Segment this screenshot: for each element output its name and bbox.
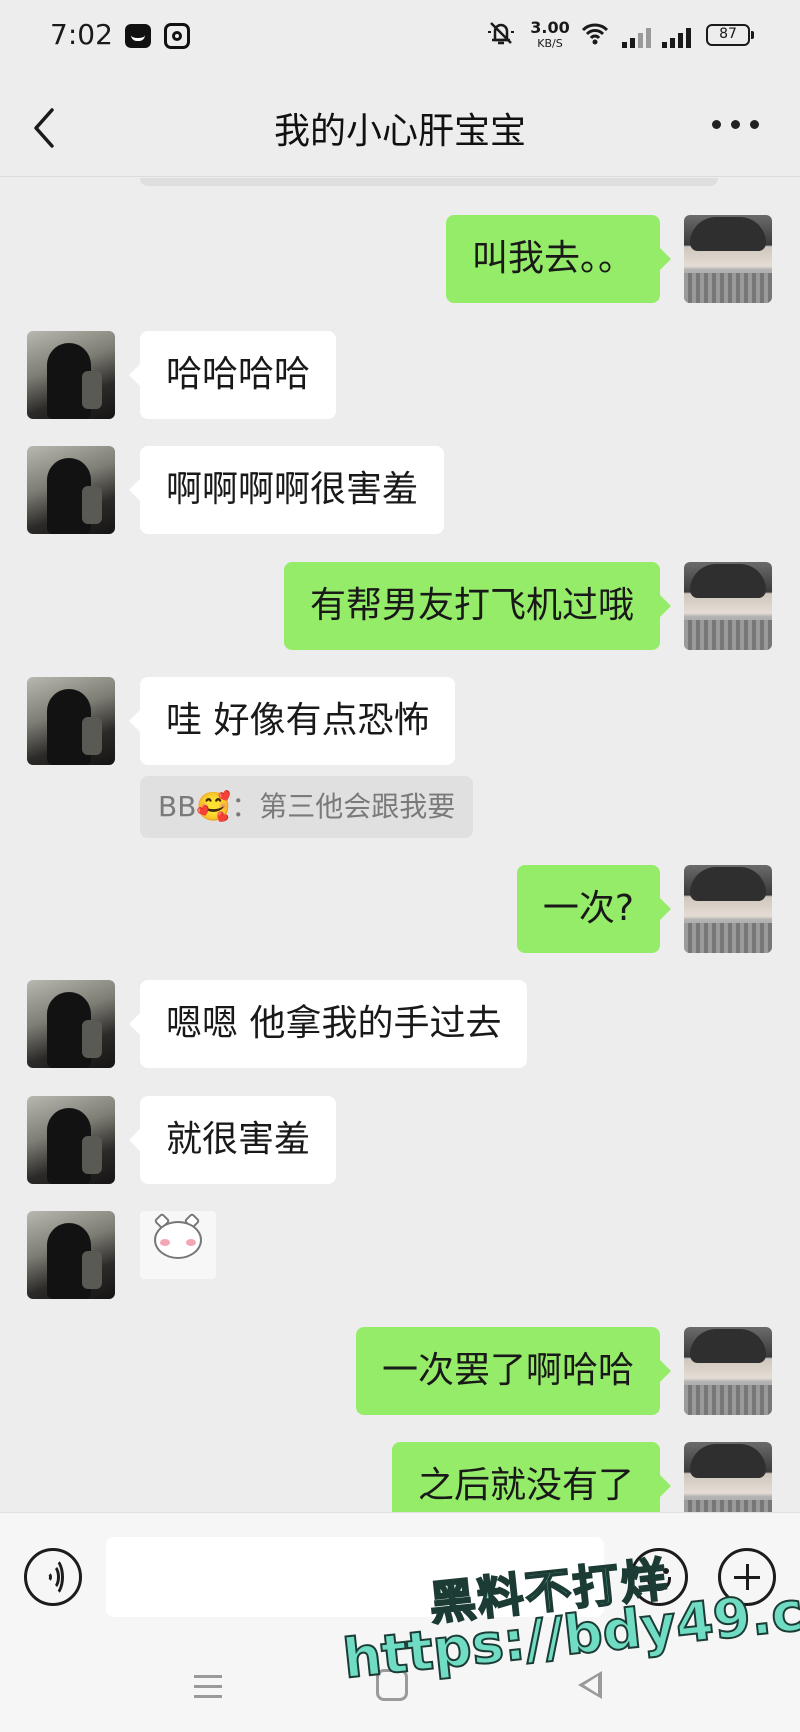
chat-header: 我的小心肝宝宝 [0,72,800,177]
signal-icon [622,26,652,48]
my-avatar[interactable] [684,215,772,303]
wifi-icon [580,18,610,48]
contact-avatar[interactable] [27,677,115,765]
my-avatar[interactable] [684,1327,772,1415]
sent-message-bubble[interactable]: 一次? [516,865,672,953]
network-speed: 3.00 KB/S [530,20,570,52]
emoji-icon[interactable] [630,1548,688,1606]
my-avatar[interactable] [684,865,772,953]
voice-icon[interactable] [24,1548,82,1606]
received-message-bubble[interactable]: 哈哈哈哈 [128,331,337,419]
signal-icon [662,26,692,48]
speed-unit: KB/S [537,37,563,50]
my-avatar[interactable] [684,1442,772,1512]
contact-avatar[interactable] [27,446,115,534]
received-message-bubble[interactable]: 就很害羞 [128,1096,337,1184]
home-icon[interactable] [376,1669,408,1701]
status-time: 7:02 [50,18,113,51]
notification-app-icon [125,24,151,48]
pig-cheek [186,1239,196,1246]
contact-avatar[interactable] [27,980,115,1068]
status-bar: 7:02 3.00 KB/S 87 [0,0,800,72]
sent-message-bubble[interactable]: 一次罢了啊哈哈 [355,1327,672,1415]
page-title: 我的小心肝宝宝 [273,111,526,152]
contact-avatar[interactable] [27,1096,115,1184]
sent-message-bubble[interactable]: 有帮男友打飞机过哦 [283,562,672,650]
sent-message-bubble[interactable]: 叫我去。。 [445,215,672,303]
speed-value: 3.00 [530,18,570,37]
pig-cheek [160,1239,170,1246]
previous-message-edge [140,178,718,186]
received-message-bubble[interactable]: 哇 好像有点恐怖 [128,677,456,765]
system-nav-bar [0,1637,800,1732]
back-triangle-icon[interactable] [578,1671,602,1699]
contact-avatar[interactable] [27,1211,115,1299]
battery-icon: 87 [706,24,754,46]
pig-sticker[interactable] [140,1211,216,1279]
more-dots-icon[interactable] [712,120,760,130]
received-message-bubble[interactable]: 嗯嗯 他拿我的手过去 [128,980,528,1068]
my-avatar[interactable] [684,562,772,650]
input-bar [0,1512,800,1637]
menu-icon[interactable] [194,1675,222,1699]
message-input[interactable] [106,1537,604,1617]
mute-icon [486,20,516,52]
sent-message-bubble[interactable]: 之后就没有了 [391,1442,672,1512]
instagram-icon [164,23,190,49]
quoted-reply[interactable]: BB🥰：第三他会跟我要 [140,776,474,838]
received-message-bubble[interactable]: 啊啊啊啊很害羞 [128,446,445,534]
message-list[interactable]: 叫我去。。 哈哈哈哈 啊啊啊啊很害羞 有帮男友打飞机过哦 哇 好像有点恐怖 BB… [0,178,800,1512]
contact-avatar[interactable] [27,331,115,419]
plus-icon[interactable] [718,1548,776,1606]
